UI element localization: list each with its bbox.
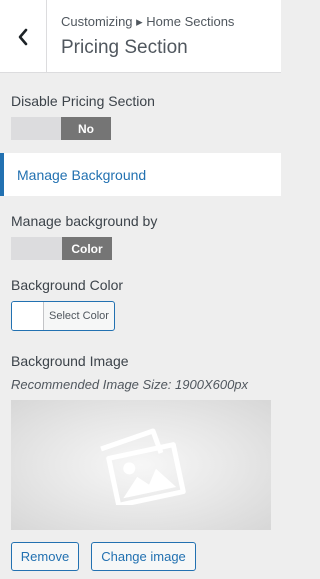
background-color-label: Background Color xyxy=(11,277,124,293)
manage-by-toggle[interactable]: Color xyxy=(11,237,112,260)
toggle-off-segment[interactable] xyxy=(11,117,61,140)
page-title: Pricing Section xyxy=(61,37,188,58)
manage-background-link[interactable]: Manage Background xyxy=(0,153,281,196)
disable-section-toggle[interactable]: No xyxy=(11,117,111,140)
image-size-hint: Recommended Image Size: 1900X600px xyxy=(11,377,249,392)
manage-by-label: Manage background by xyxy=(11,213,158,229)
remove-image-button[interactable]: Remove xyxy=(11,542,79,571)
toggle-on-segment[interactable]: Color xyxy=(62,237,112,260)
image-placeholder-icon xyxy=(100,428,186,505)
change-image-button[interactable]: Change image xyxy=(91,542,196,571)
image-preview[interactable] xyxy=(11,400,271,530)
background-image-label: Background Image xyxy=(11,353,129,369)
chevron-left-icon xyxy=(18,28,28,45)
color-swatch[interactable] xyxy=(12,302,44,330)
disable-section-label: Disable Pricing Section xyxy=(11,93,155,109)
back-button[interactable] xyxy=(0,0,47,73)
toggle-off-segment[interactable] xyxy=(11,237,62,260)
toggle-on-segment[interactable]: No xyxy=(61,117,111,140)
select-color-label[interactable]: Select Color xyxy=(44,302,114,330)
breadcrumb: Customizing ▸ Home Sections xyxy=(61,14,235,29)
customizer-header: Customizing ▸ Home Sections Pricing Sect… xyxy=(0,0,281,73)
select-color-button[interactable]: Select Color xyxy=(11,301,115,331)
